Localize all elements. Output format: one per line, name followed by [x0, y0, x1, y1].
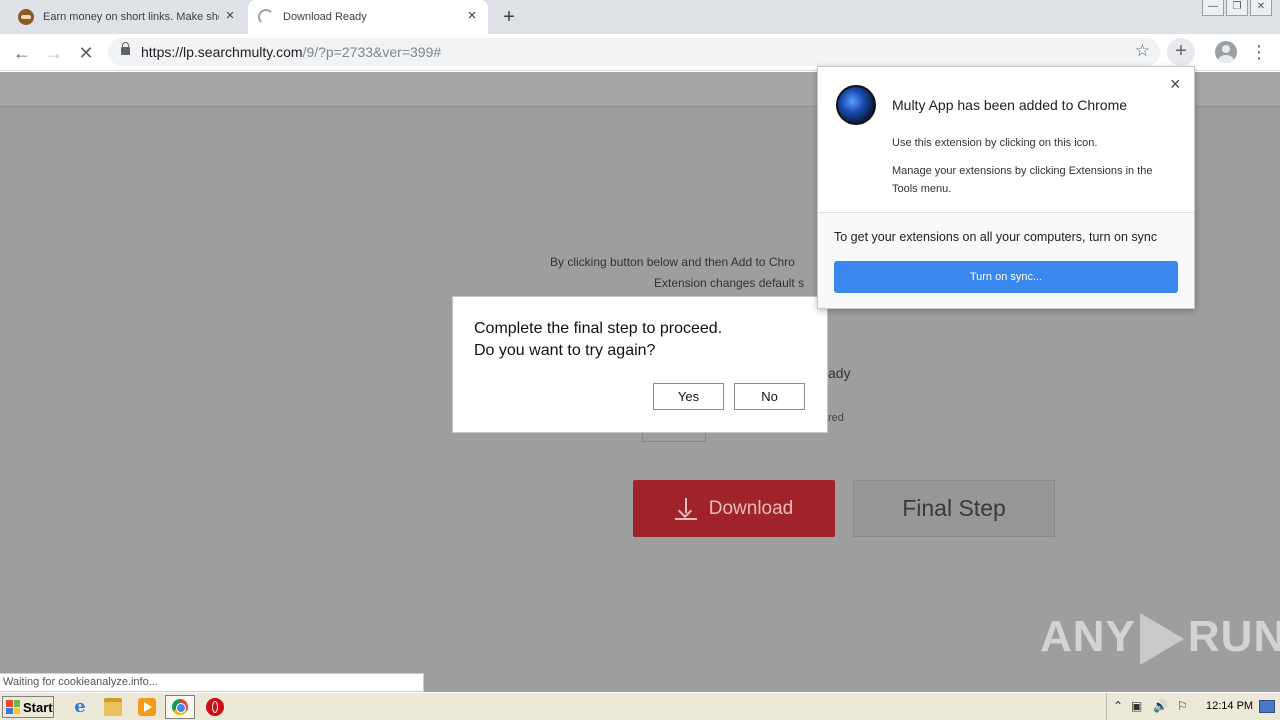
play-logo-icon	[1139, 613, 1184, 666]
restore-button[interactable]: ❐	[1226, 0, 1248, 16]
stop-loading-button[interactable]: ✕	[75, 42, 97, 64]
instruction-line-2: Extension changes default s	[654, 276, 805, 290]
anyrun-watermark: ANY RUN	[1040, 612, 1280, 666]
system-tray: ⌃ ▣ 🔊 ⚐	[1106, 693, 1280, 720]
new-tab-button[interactable]: +	[498, 6, 520, 28]
sync-prompt-text: To get your extensions on all your compu…	[834, 230, 1158, 244]
volume-icon[interactable]: 🔊	[1153, 699, 1168, 713]
opera-icon[interactable]	[206, 698, 224, 716]
bubble-text-usage: Use this extension by clicking on this i…	[892, 137, 1098, 149]
multy-app-globe-icon	[836, 85, 876, 125]
url-host: https://lp.searchmulty.com	[141, 44, 303, 60]
dialog-message: Complete the final step to proceed. Do y…	[474, 318, 722, 362]
download-arrow-icon	[674, 497, 697, 520]
action-center-flag-icon[interactable]: ⚐	[1177, 699, 1188, 713]
screen: Earn money on short links. Make sho × Do…	[0, 0, 1280, 720]
tab-close-icon[interactable]: ×	[464, 8, 480, 24]
back-button[interactable]: ←	[11, 42, 33, 64]
confirm-dialog: Complete the final step to proceed. Do y…	[452, 296, 828, 433]
small-text-fragment: red	[828, 412, 844, 424]
bubble-footer: To get your extensions on all your compu…	[818, 212, 1194, 308]
bubble-title: Multy App has been added to Chrome	[892, 97, 1128, 113]
instruction-line-1: By clicking button below and then Add to…	[550, 255, 795, 269]
tab-download-ready[interactable]: Download Ready ×	[248, 0, 488, 34]
watermark-right: RUN	[1187, 612, 1280, 661]
windows-logo-icon	[6, 700, 20, 714]
tab-favicon-icon	[18, 9, 34, 25]
tab-earn-money[interactable]: Earn money on short links. Make sho ×	[8, 0, 246, 34]
dialog-yes-button[interactable]: Yes	[653, 383, 724, 410]
status-bubble: Waiting for cookieanalyze.info...	[0, 673, 424, 692]
tab-title: Download Ready	[283, 11, 367, 23]
tray-expand-icon[interactable]: ⌃	[1113, 699, 1123, 713]
bubble-text-manage: Manage your extensions by clicking Exten…	[892, 165, 1153, 195]
url-path: /9/?p=2733&ver=399#	[302, 44, 442, 60]
minimize-button[interactable]: —	[1202, 0, 1224, 16]
bubble-close-icon[interactable]: ×	[1170, 74, 1181, 95]
download-button-label: Download	[708, 497, 794, 519]
profile-avatar-icon[interactable]	[1215, 41, 1237, 63]
window-controls: — ❐ ✕	[1202, 0, 1272, 16]
loading-spinner-icon	[258, 9, 274, 25]
chrome-icon	[172, 699, 188, 715]
extension-plus-icon[interactable]: +	[1167, 38, 1195, 66]
watermark-left: ANY	[1040, 612, 1136, 661]
ready-heading-fragment: ady	[828, 365, 851, 381]
dialog-line-1: Complete the final step to proceed.	[474, 320, 723, 337]
dialog-no-button[interactable]: No	[734, 383, 805, 410]
dialog-line-2: Do you want to try again?	[474, 342, 656, 359]
lock-icon[interactable]	[121, 42, 130, 55]
start-label: Start	[23, 699, 53, 715]
forward-button[interactable]: →	[43, 42, 65, 64]
tab-title: Earn money on short links. Make sho	[43, 11, 219, 23]
start-button[interactable]: Start	[2, 696, 54, 718]
final-step-button[interactable]: Final Step	[853, 480, 1055, 537]
tab-strip: Earn money on short links. Make sho × Do…	[0, 0, 1280, 34]
url-text[interactable]: https://lp.searchmulty.com/9/?p=2733&ver…	[141, 44, 441, 60]
download-button[interactable]: Download	[633, 480, 835, 537]
extension-added-bubble: Multy App has been added to Chrome × Use…	[817, 66, 1195, 309]
show-desktop-icon[interactable]	[1259, 700, 1275, 713]
address-bar[interactable]: https://lp.searchmulty.com/9/?p=2733&ver…	[108, 38, 1160, 66]
close-window-button[interactable]: ✕	[1250, 0, 1272, 16]
windows-taskbar: Start e ⌃ ▣ 🔊 ⚐ 12:14 PM	[0, 692, 1280, 720]
internet-explorer-icon[interactable]: e	[71, 698, 89, 716]
chrome-taskbar-button[interactable]	[165, 695, 195, 719]
taskbar-clock[interactable]: 12:14 PM	[1206, 700, 1253, 712]
bookmark-star-icon[interactable]: ☆	[1135, 41, 1150, 61]
turn-on-sync-button[interactable]: Turn on sync...	[834, 261, 1178, 293]
tab-close-icon[interactable]: ×	[222, 8, 238, 24]
file-explorer-icon[interactable]	[104, 698, 122, 716]
network-icon[interactable]: ▣	[1131, 699, 1142, 713]
chrome-menu-icon[interactable]: ⋮	[1250, 41, 1268, 63]
media-player-icon[interactable]	[138, 698, 156, 716]
